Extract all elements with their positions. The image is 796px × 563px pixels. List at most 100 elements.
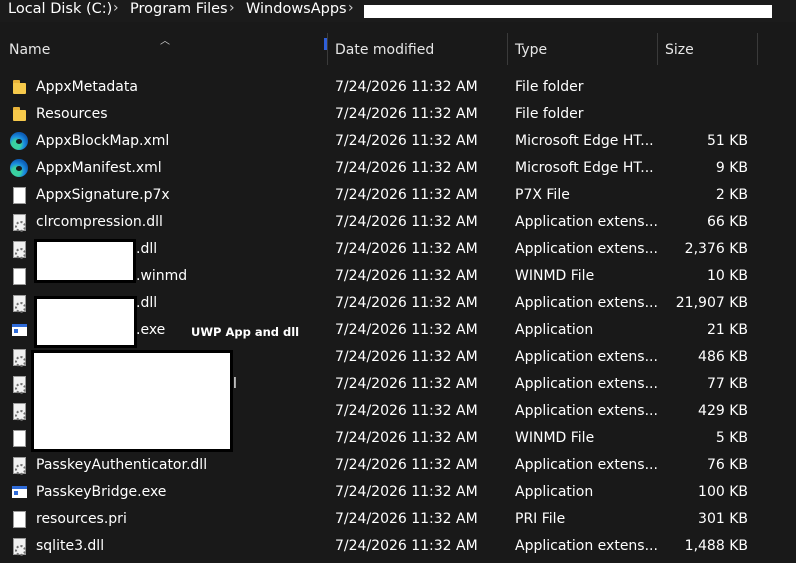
file-type: Application extens... [515,376,658,392]
file-type: Application [515,322,594,338]
file-row[interactable]: sqlite3.dll 7/24/2026 11:32 AM Application… [0,533,796,560]
file-row[interactable]: AppxSignature.p7x 7/24/2026 11:32 AM P7X F… [0,182,796,209]
file-date-modified: 7/24/2026 11:32 AM [335,457,478,473]
folder-icon [10,78,28,96]
file-name: PasskeyBridge.exe [36,484,167,500]
redacted-breadcrumb-item [364,5,772,18]
edge-icon [10,159,28,177]
file-row[interactable]: AppxBlockMap.xml 7/24/2026 11:32 AM Micros… [0,128,796,155]
file-type: Microsoft Edge HT... [515,160,654,176]
annotation-label: UWP App and dll [191,325,300,339]
file-row[interactable]: clrcompression.dll 7/24/2026 11:32 AM Appl… [0,209,796,236]
column-header-size[interactable]: Size [665,42,694,58]
column-header-name[interactable]: Name [9,42,50,58]
file-name: Resources [36,106,108,122]
file-name: sqlite3.dll [36,538,105,554]
file-row[interactable]: PasskeyAuthenticator.dll 7/24/2026 11:32 … [0,452,796,479]
file-date-modified: 7/24/2026 11:32 AM [335,376,478,392]
file-name: clrcompression.dll [36,214,163,230]
chevron-right-icon[interactable]: › [113,0,119,16]
column-header-row: ︿ Name Date modified Type Size [0,33,796,65]
file-date-modified: 7/24/2026 11:32 AM [335,187,478,203]
file-size: 21,907 KB [675,295,748,311]
chevron-right-icon[interactable]: › [348,0,354,16]
column-divider[interactable] [657,33,658,65]
file-size: 1,488 KB [684,538,748,554]
breadcrumb-item-local-disk[interactable]: Local Disk (C:) [8,1,112,17]
column-divider[interactable] [757,33,758,65]
file-size: 51 KB [706,133,748,149]
breadcrumb-item-windowsapps[interactable]: WindowsApps [246,1,347,17]
file-size: 21 KB [706,322,748,338]
exe-icon [10,321,28,339]
file-size: 2 KB [715,187,748,203]
file-name: .winmd [136,268,188,284]
file-date-modified: 7/24/2026 11:32 AM [335,79,478,95]
file-name: resources.pri [36,511,127,527]
sort-ascending-icon: ︿ [160,36,170,47]
file-type: Microsoft Edge HT... [515,133,654,149]
redaction-box [34,353,230,449]
file-type: Application extens... [515,457,658,473]
file-size: 66 KB [706,214,748,230]
dll-icon [10,456,28,475]
file-name: .dll [136,295,158,311]
file-icon [10,510,28,528]
column-divider[interactable] [327,33,328,65]
file-date-modified: 7/24/2026 11:32 AM [335,538,478,554]
file-type: Application extens... [515,403,658,419]
file-date-modified: 7/24/2026 11:32 AM [335,484,478,500]
file-size: 2,376 KB [684,241,748,257]
file-icon [10,186,28,204]
file-date-modified: 7/24/2026 11:32 AM [335,403,478,419]
file-name: AppxManifest.xml [36,160,162,176]
file-name: .exe [136,322,166,338]
file-size: 10 KB [706,268,748,284]
file-row[interactable]: AppxManifest.xml 7/24/2026 11:32 AM Micros… [0,155,796,182]
dll-icon [10,375,28,394]
file-size: 429 KB [698,403,748,419]
file-size: 486 KB [698,349,748,365]
dll-icon [10,348,28,367]
file-row[interactable]: PasskeyBridge.exe 7/24/2026 11:32 AM Appli… [0,479,796,506]
dll-icon [10,294,28,313]
file-type: File folder [515,106,584,122]
file-date-modified: 7/24/2026 11:32 AM [335,214,478,230]
column-divider[interactable] [507,33,508,65]
file-name: PasskeyAuthenticator.dll [36,457,208,473]
file-size: 100 KB [698,484,748,500]
file-name: AppxBlockMap.xml [36,133,170,149]
file-type: P7X File [515,187,570,203]
file-name: AppxMetadata [36,79,138,95]
chevron-right-icon[interactable]: › [229,0,235,16]
file-type: Application extens... [515,241,658,257]
file-name: .dll [136,241,158,257]
file-date-modified: 7/24/2026 11:32 AM [335,349,478,365]
file-type: File folder [515,79,584,95]
file-date-modified: 7/24/2026 11:32 AM [335,322,478,338]
column-header-type[interactable]: Type [515,42,547,58]
file-type: Application extens... [515,214,658,230]
file-size: 77 KB [706,376,748,392]
file-row[interactable]: Resources 7/24/2026 11:32 AM File folder [0,101,796,128]
file-date-modified: 7/24/2026 11:32 AM [335,133,478,149]
redaction-box [37,242,133,280]
dll-icon [10,213,28,232]
file-icon [10,267,28,285]
folder-icon [10,105,28,123]
file-size: 5 KB [715,430,748,446]
exe-icon [10,483,28,501]
breadcrumb: Local Disk (C:) › Program Files › Window… [0,0,796,22]
file-size: 301 KB [698,511,748,527]
file-date-modified: 7/24/2026 11:32 AM [335,268,478,284]
file-type: WINMD File [515,268,595,284]
file-type: Application extens... [515,295,658,311]
file-row[interactable]: resources.pri 7/24/2026 11:32 AM PRI File 3… [0,506,796,533]
file-type: PRI File [515,511,566,527]
redaction-box [37,299,134,345]
breadcrumb-item-program-files[interactable]: Program Files [130,1,228,17]
file-size: 76 KB [706,457,748,473]
dll-icon [10,240,28,259]
column-header-date-modified[interactable]: Date modified [335,42,434,58]
file-row[interactable]: AppxMetadata 7/24/2026 11:32 AM File folde… [0,74,796,101]
